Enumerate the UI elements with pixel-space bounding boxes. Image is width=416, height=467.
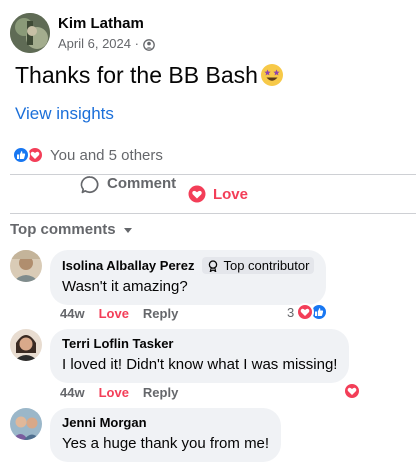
post-body: Thanks for the BB Bash — [15, 62, 258, 88]
comment-text: Yes a huge thank you from me! — [62, 435, 270, 452]
comment: Isolina Alballay Perez Top contributor W… — [10, 250, 327, 305]
badge-label: Top contributor — [223, 258, 310, 273]
heart-icon — [188, 185, 206, 203]
comment-time[interactable]: 44w — [60, 385, 85, 400]
love-reaction-icon — [343, 382, 361, 400]
commenter-name[interactable]: Terri Loflin Tasker — [62, 336, 174, 352]
comment-bubble: Jenni Morgan Yes a huge thank you from m… — [50, 408, 282, 462]
comments-sort-label: Top comments — [10, 221, 116, 238]
caret-down-icon — [123, 228, 132, 233]
comment-reactions[interactable]: 3 — [287, 303, 329, 321]
post-date[interactable]: April 6, 2024 · — [58, 35, 139, 52]
comment-bubble: Terri Loflin Tasker I loved it! Didn't k… — [50, 329, 350, 383]
commenter-name[interactable]: Isolina Alballay Perez — [62, 258, 194, 274]
love-button-label: Love — [212, 185, 248, 203]
commenter-name[interactable]: Jenni Morgan — [62, 415, 147, 431]
comments-sort-dropdown[interactable]: Top comments — [10, 221, 132, 238]
comment-love-button[interactable]: Love — [99, 385, 129, 400]
comment-button-label: Comment — [107, 175, 177, 192]
post-date-row: April 6, 2024 · — [58, 35, 155, 52]
top-contributor-badge: Top contributor — [202, 257, 315, 274]
post-action-bar: Love Comment — [0, 175, 416, 213]
love-reaction-icon — [296, 303, 315, 321]
author-avatar[interactable] — [10, 13, 50, 53]
audience-icon[interactable] — [143, 38, 155, 51]
author-name[interactable]: Kim Latham — [58, 15, 155, 33]
star-struck-emoji — [260, 63, 284, 87]
badge-icon — [209, 259, 218, 272]
comment-button[interactable]: Comment — [10, 175, 176, 195]
comment-reactions[interactable] — [343, 382, 361, 400]
comment-actions: 44w Love Reply — [60, 306, 178, 321]
comment-text: Wasn't it amazing? — [62, 278, 188, 295]
reactions-count-text: You and 5 others — [50, 146, 163, 164]
commenter-avatar[interactable] — [10, 250, 42, 282]
post-header: Kim Latham April 6, 2024 · — [10, 13, 155, 53]
comment-reply-button[interactable]: Reply — [143, 306, 178, 321]
comment-bubble: Isolina Alballay Perez Top contributor W… — [50, 250, 327, 305]
comment-actions: 44w Love Reply — [60, 385, 178, 400]
comment: Jenni Morgan Yes a huge thank you from m… — [10, 408, 282, 462]
reactions-summary[interactable]: You and 5 others — [12, 146, 163, 164]
comment-love-button[interactable]: Love — [99, 306, 129, 321]
view-insights-link[interactable]: View insights — [15, 104, 114, 124]
comment-bubble-icon — [80, 176, 99, 194]
comment-time[interactable]: 44w — [60, 306, 85, 321]
comment-text: I loved it! Didn't know what I was missi… — [62, 356, 338, 373]
post-text: Thanks for the BB Bash — [15, 60, 284, 90]
comment: Terri Loflin Tasker I loved it! Didn't k… — [10, 329, 350, 383]
comment-reply-button[interactable]: Reply — [143, 385, 178, 400]
comment-reaction-count: 3 — [287, 304, 295, 320]
divider — [10, 213, 416, 214]
like-reaction-icon — [12, 146, 30, 164]
commenter-avatar[interactable] — [10, 408, 42, 440]
commenter-avatar[interactable] — [10, 329, 42, 361]
